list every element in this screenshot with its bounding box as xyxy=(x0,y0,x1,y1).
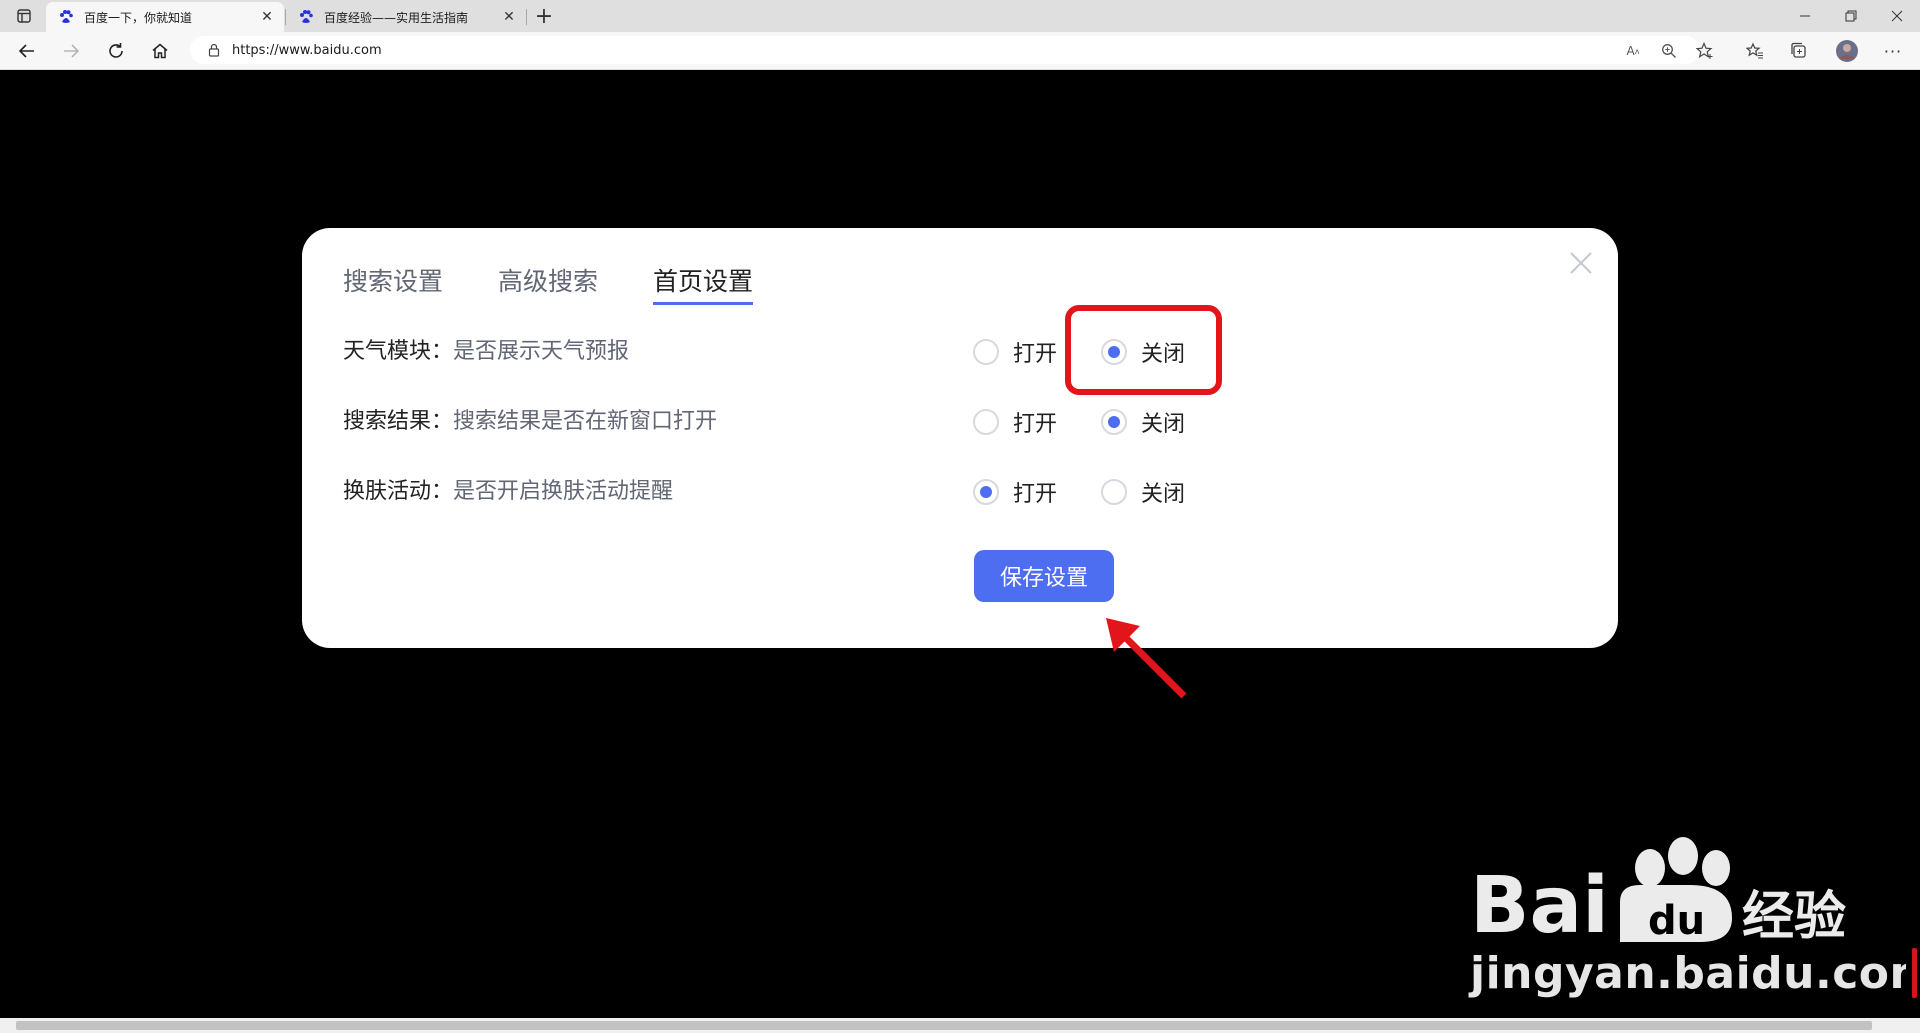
radio-circle[interactable] xyxy=(973,479,999,505)
setting-name: 搜索结果： xyxy=(343,409,454,434)
vertical-scrollbar[interactable] xyxy=(1906,70,1920,1018)
radio-label: 打开 xyxy=(1013,482,1058,507)
home-icon[interactable] xyxy=(145,36,175,66)
setting-row-weather: 天气模块：是否展示天气预报 xyxy=(343,332,629,372)
zoom-icon[interactable] xyxy=(1654,36,1684,66)
setting-description: 是否展示天气预报 xyxy=(453,339,630,364)
minimize-icon[interactable] xyxy=(1790,1,1820,31)
collections-icon[interactable] xyxy=(1784,36,1814,66)
baidu-paw-icon xyxy=(300,10,313,23)
refresh-icon[interactable] xyxy=(101,36,131,66)
skin-open-radio[interactable]: 打开 xyxy=(973,472,1057,512)
setting-row-search-results: 搜索结果：搜索结果是否在新窗口打开 xyxy=(343,402,717,442)
address-bar: https://www.baidu.com Aʌ ··· xyxy=(0,32,1920,70)
radio-label: 打开 xyxy=(1013,412,1058,437)
tab-homepage-settings[interactable]: 首页设置 xyxy=(653,262,754,305)
radio-label: 关闭 xyxy=(1141,412,1186,437)
baidu-paw-icon xyxy=(60,10,73,23)
new-tab-button[interactable]: + xyxy=(529,1,559,31)
svg-text:Bai: Bai xyxy=(1470,861,1609,950)
url-field[interactable]: https://www.baidu.com xyxy=(190,36,1700,64)
skin-close-radio[interactable]: 关闭 xyxy=(1101,472,1185,512)
read-aloud-icon[interactable]: Aʌ xyxy=(1618,36,1648,66)
results-close-radio[interactable]: 关闭 xyxy=(1101,402,1185,442)
setting-description: 是否开启换肤活动提醒 xyxy=(453,479,674,504)
window-close-icon[interactable] xyxy=(1882,1,1912,31)
annotation-arrow-icon xyxy=(1106,618,1187,699)
radio-circle[interactable] xyxy=(973,409,999,435)
horizontal-scrollbar[interactable] xyxy=(0,1018,1920,1033)
weather-open-radio[interactable]: 打开 xyxy=(973,332,1057,372)
radio-label: 打开 xyxy=(1013,342,1058,367)
settings-dialog: 搜索设置 高级搜索 首页设置 天气模块：是否展示天气预报 打开 关闭 搜索结果：… xyxy=(302,228,1618,648)
radio-label: 关闭 xyxy=(1141,482,1186,507)
restore-icon[interactable] xyxy=(1836,1,1866,31)
annotation-highlight-box xyxy=(1065,305,1222,395)
lock-icon[interactable] xyxy=(208,43,220,57)
tab-title: 百度一下，你就知道 xyxy=(84,10,193,25)
more-menu-icon[interactable]: ··· xyxy=(1878,36,1908,66)
svg-text:du: du xyxy=(1648,898,1705,944)
url-text: https://www.baidu.com xyxy=(232,42,382,58)
setting-description: 搜索结果是否在新窗口打开 xyxy=(453,409,718,434)
browser-tab-baidu[interactable]: 百度一下，你就知道 ✕ xyxy=(46,2,284,32)
baidu-jingyan-logo: Bai du 经验 xyxy=(1470,837,1846,951)
tab-search-settings[interactable]: 搜索设置 xyxy=(343,262,443,302)
tab-close-icon[interactable]: ✕ xyxy=(502,9,516,25)
scrollbar-thumb[interactable] xyxy=(1912,948,1917,998)
radio-circle[interactable] xyxy=(973,339,999,365)
baidu-jingyan-watermark: Bai du 经验 jingyan.baidu.com xyxy=(1470,830,1920,1000)
radio-circle[interactable] xyxy=(1101,409,1127,435)
watermark-url: jingyan.baidu.com xyxy=(1470,948,1920,999)
tab-strip: 百度一下，你就知道 ✕ 百度经验——实用生活指南 ✕ + xyxy=(0,0,1920,32)
favorites-icon[interactable] xyxy=(1740,36,1770,66)
setting-name: 天气模块： xyxy=(343,339,454,364)
tab-advanced-search[interactable]: 高级搜索 xyxy=(498,262,598,302)
forward-arrow-icon[interactable] xyxy=(56,36,86,66)
tab-actions-icon[interactable] xyxy=(9,1,39,31)
tab-separator xyxy=(526,9,527,25)
scrollbar-thumb[interactable] xyxy=(16,1021,1872,1030)
save-settings-button[interactable]: 保存设置 xyxy=(974,550,1114,602)
dialog-close-icon[interactable] xyxy=(1566,248,1596,278)
results-open-radio[interactable]: 打开 xyxy=(973,402,1057,442)
back-arrow-icon[interactable] xyxy=(12,36,42,66)
add-favorite-icon[interactable] xyxy=(1690,36,1720,66)
svg-text:经验: 经验 xyxy=(1742,887,1846,947)
setting-row-skin-activity: 换肤活动：是否开启换肤活动提醒 xyxy=(343,472,673,512)
profile-avatar[interactable] xyxy=(1832,36,1862,66)
tab-close-icon[interactable]: ✕ xyxy=(260,9,274,25)
setting-name: 换肤活动： xyxy=(343,479,454,504)
radio-circle[interactable] xyxy=(1101,479,1127,505)
browser-tab-jingyan[interactable]: 百度经验——实用生活指南 ✕ xyxy=(286,2,526,32)
tab-title: 百度经验——实用生活指南 xyxy=(324,10,469,25)
